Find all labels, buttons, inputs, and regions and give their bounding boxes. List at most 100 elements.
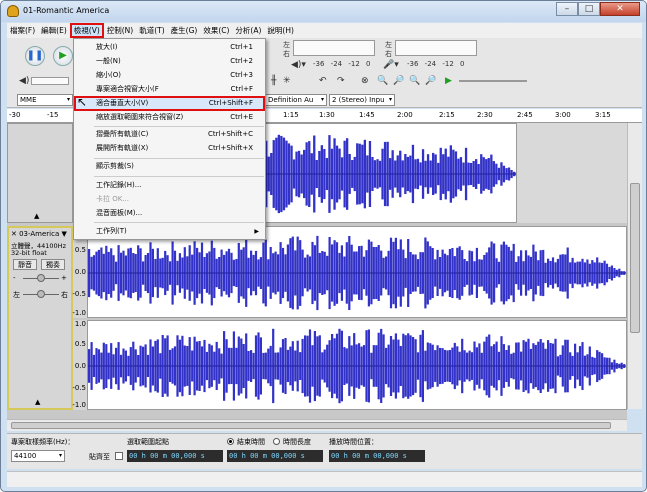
view-menu-item-mixer-board[interactable]: 混音面板(M)... [74,207,265,220]
gain-minus: - [13,274,16,282]
track-1-control-panel: ▲ [7,123,73,223]
view-menu-item-show-clipping[interactable]: 顯示剪裁(S) [74,160,265,173]
title-bar: 01-Romantic America – □ ✕ [1,1,646,22]
view-menu-item-zoom-in[interactable]: 放大(I) Ctrl+1 [74,41,265,54]
ruler-tick: 2:45 [517,111,533,119]
ruler-tick: -30 [9,111,21,119]
view-menu-item-karaoke[interactable]: 卡拉 OK... [74,193,265,206]
audacity-logo-icon [7,5,19,17]
close-button[interactable]: ✕ [600,2,640,16]
playback-volume-slider[interactable] [31,77,69,85]
playback-meter[interactable] [293,40,375,56]
selection-start-time[interactable]: 00 h 00 m 00,000 s [127,450,223,462]
mute-button[interactable]: 靜音 [13,259,37,270]
project-rate-select[interactable]: 44100 ▾ [11,450,65,462]
play-at-speed-icon[interactable]: ▶ [445,76,452,86]
view-menu-item-fit-vertically[interactable]: 適合垂直大小(V) Ctrl+Shift+F [74,96,265,111]
menu-bar: 檔案(F) 編輯(E) 檢視(V) 控制(N) 軌道(T) 產生(G) 效果(C… [7,23,642,38]
length-radio[interactable] [273,438,280,445]
menu-view[interactable]: 檢視(V) [69,23,104,38]
pan-right-label: 右 [61,291,68,299]
speaker-icon: ◀) [19,76,30,86]
sync-lock-icon[interactable]: ⊗ [361,76,369,86]
view-menu-item-zoom-to-selection[interactable]: 縮放選取範圍來符合視窗(Z) Ctrl+E [74,111,265,124]
play-speed-slider[interactable] [459,80,527,82]
collapse-track-icon[interactable]: ▲ [35,398,40,406]
view-menu-item-fit-in-window[interactable]: 專案適合視窗大小(F Ctrl+F [74,83,265,96]
pause-button[interactable]: ❚❚ [25,46,45,66]
end-time-label: 結束時間 [237,438,265,446]
audio-host-select[interactable]: MME ▾ [17,94,73,106]
track-name-menu[interactable]: ✕ 03-America ▼ [11,230,67,238]
channel-2-scale: 1.0 0.5 0.0 -0.5 -1.0 [72,320,87,410]
view-menu-item-toolbars[interactable]: 工作列(T) ▶ [74,225,265,238]
view-menu-item-zoom-out[interactable]: 縮小(O) Ctrl+3 [74,69,265,82]
audio-position-label: 播放時間位置： [329,438,378,446]
ruler-tick: 3:00 [555,111,571,119]
menu-help[interactable]: 說明(H) [264,25,297,36]
view-menu-dropdown: 放大(I) Ctrl+1 一般(N) Ctrl+2 縮小(O) Ctrl+3 專案適合… [73,38,266,240]
collapse-track-icon[interactable]: ▲ [34,212,39,220]
view-menu-item-zoom-normal[interactable]: 一般(N) Ctrl+2 [74,55,265,68]
undo-icon[interactable]: ↶ [319,76,327,86]
gain-plus: + [61,274,67,282]
maximize-button[interactable]: □ [578,2,600,16]
ruler-tick: 2:15 [439,111,455,119]
view-menu-item-collapse-all[interactable]: 摺疊所有軌道(C) Ctrl+Shift+C [74,128,265,141]
track-2-left-wave-svg [88,235,626,311]
channels-select[interactable]: 2 (Stereo) Inpu ▾ [329,94,395,106]
status-bar [7,471,642,487]
track-2-right-channel-waveform[interactable] [87,320,627,410]
ruler-tick: 1:45 [359,111,375,119]
view-menu-item-expand-all[interactable]: 展開所有軌道(X) Ctrl+Shift+X [74,142,265,155]
microphone-icon: 🎤▾ [383,60,399,70]
recording-meter[interactable] [395,40,477,56]
meter-right-label: 右 [283,50,290,58]
menu-transport[interactable]: 控制(N) [104,25,136,36]
pan-slider-thumb[interactable] [37,290,45,298]
zoom-in-icon[interactable]: 🔍 [377,76,388,86]
track-format: 32-bit float [11,249,47,257]
audio-position-time[interactable]: 00 h 00 m 00,000 s [329,450,425,462]
menu-analyze[interactable]: 分析(A) [232,25,264,36]
zoom-out-icon[interactable]: 🔎 [393,76,404,86]
rec-meter-right-label: 右 [385,50,392,58]
solo-button[interactable]: 獨奏 [41,259,65,270]
gain-slider-thumb[interactable] [37,274,45,282]
pan-left-label: 左 [13,291,20,299]
menu-tracks[interactable]: 軌道(T) [136,25,167,36]
fit-project-icon[interactable]: 🔎 [425,76,436,86]
draw-tool-icon[interactable]: ╫ [271,76,276,86]
recording-meter-scale: -36 -24 -12 0 [407,60,465,68]
submenu-arrow-icon: ▶ [254,228,259,235]
ruler-tick: 3:15 [595,111,611,119]
length-label: 時間長度 [283,438,311,446]
menu-effect[interactable]: 效果(C) [200,25,232,36]
play-button[interactable]: ▶ [53,46,73,66]
vertical-scrollbar[interactable] [627,123,642,409]
ruler-tick: -15 [47,111,59,119]
ruler-tick: 2:30 [477,111,493,119]
output-device-select[interactable]: Definition Au ▾ [265,94,327,106]
minimize-button[interactable]: – [556,2,578,16]
menu-generate[interactable]: 產生(G) [168,25,201,36]
mouse-pointer-icon: ↖ [77,95,88,109]
ruler-tick: 1:30 [319,111,335,119]
horizontal-scroll-thumb[interactable] [11,422,611,429]
snap-to-label: 貼齊至 [89,453,110,461]
track-2-right-wave-svg [88,328,626,404]
window-title: 01-Romantic America [23,6,110,15]
redo-icon[interactable]: ↷ [337,76,345,86]
vertical-scroll-thumb[interactable] [630,183,640,333]
menu-edit[interactable]: 編輯(E) [38,25,70,36]
horizontal-scrollbar[interactable] [7,419,627,431]
ruler-tick: 1:15 [283,111,299,119]
selection-end-time[interactable]: 00 h 00 m 00,000 s [227,450,323,462]
snap-to-checkbox[interactable] [115,452,123,460]
track-2-control-panel: ✕ 03-America ▼ 立體聲，44100Hz 32-bit float … [7,226,73,410]
view-menu-item-history[interactable]: 工作記錄(H)... [74,179,265,192]
fit-selection-icon[interactable]: 🔍 [409,76,420,86]
multi-tool-icon[interactable]: ✳ [283,76,291,86]
end-radio[interactable] [227,438,234,445]
menu-file[interactable]: 檔案(F) [7,25,38,36]
